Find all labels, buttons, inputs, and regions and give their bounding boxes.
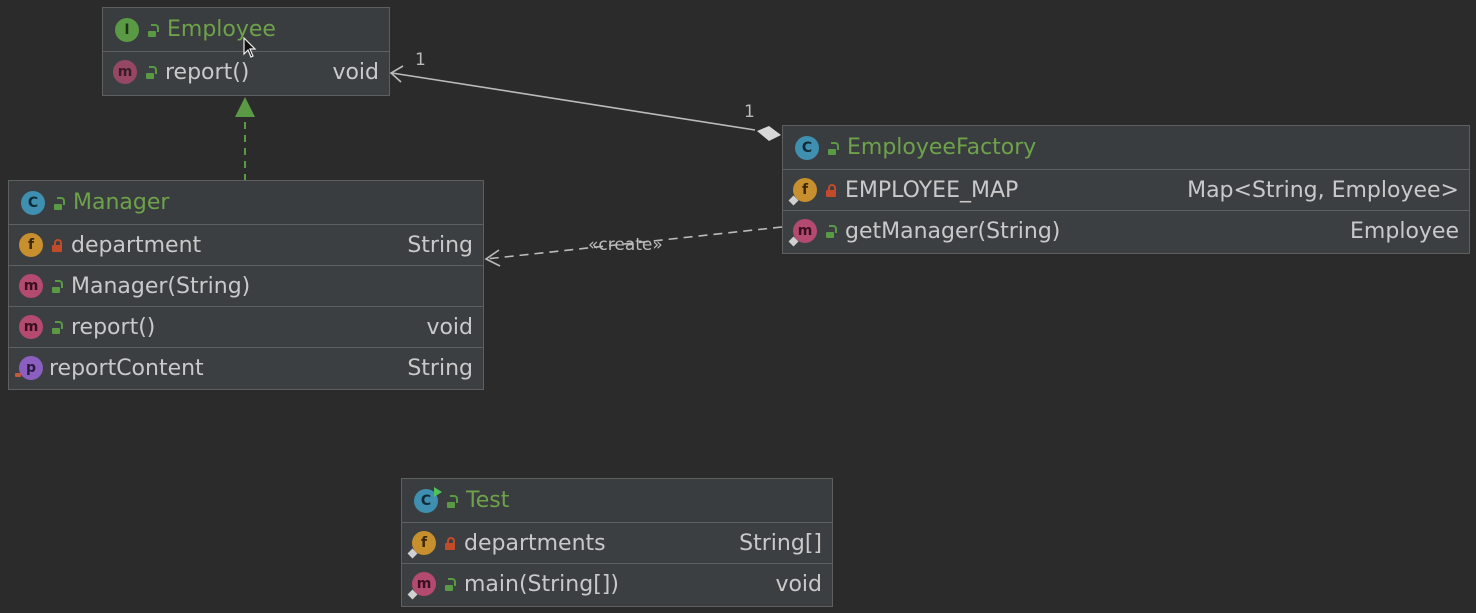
method-return-type: void [332, 59, 379, 85]
constructor-row[interactable]: m Manager(String) [9, 266, 483, 307]
private-visibility-icon [444, 536, 456, 550]
property-label: reportContent [49, 355, 204, 381]
aggregation-edge-line [391, 72, 756, 131]
class-test[interactable]: C Test f departments String[] m main(Str… [401, 478, 833, 607]
class-name: Employee [167, 17, 276, 42]
create-stereotype-label: «create» [588, 235, 663, 255]
property-row[interactable]: p reportContent String [9, 348, 483, 388]
static-method-icon: m [412, 572, 436, 596]
constructor-label: Manager(String) [71, 273, 251, 299]
aggregation-open-arrowhead [389, 65, 404, 83]
realization-arrowhead [235, 97, 255, 117]
field-row[interactable]: f EMPLOYEE_MAP Map<String, Employee> [783, 170, 1469, 211]
static-field-icon: f [793, 178, 817, 202]
public-visibility-icon [825, 224, 837, 238]
method-return-type: Employee [1350, 218, 1459, 244]
aggregation-multiplicity-factory: 1 [744, 102, 755, 122]
field-row[interactable]: f department String [9, 225, 483, 266]
field-icon: f [19, 233, 43, 257]
field-row[interactable]: f departments String[] [402, 523, 832, 564]
field-label: departments [464, 530, 606, 556]
private-visibility-icon [51, 238, 63, 252]
class-icon: C [21, 190, 45, 215]
interface-icon: I [115, 17, 139, 42]
class-test-header[interactable]: C Test [402, 479, 832, 523]
public-visibility-icon [147, 23, 159, 37]
create-dependency-arrowhead [484, 249, 501, 267]
public-visibility-icon [446, 494, 458, 508]
private-visibility-icon [825, 183, 837, 197]
class-manager-header[interactable]: C Manager [9, 181, 483, 225]
method-icon: m [19, 315, 43, 339]
class-icon: C [795, 135, 819, 160]
aggregation-diamond [757, 126, 781, 141]
field-label: department [71, 232, 202, 258]
class-employee-factory-header[interactable]: C EmployeeFactory [783, 126, 1469, 170]
public-visibility-icon [145, 65, 157, 79]
method-label: report() [71, 314, 156, 340]
field-type: String [407, 232, 473, 258]
field-label: EMPLOYEE_MAP [845, 177, 1019, 203]
static-field-icon: f [412, 531, 436, 555]
method-row[interactable]: m report() void [9, 307, 483, 348]
public-visibility-icon [51, 320, 63, 334]
method-label: report() [165, 59, 250, 85]
uml-diagram-canvas[interactable]: 1 1 «create» I Employee m report() void … [0, 0, 1476, 613]
property-icon: p [15, 356, 43, 380]
class-employee-factory[interactable]: C EmployeeFactory f EMPLOYEE_MAP Map<Str… [782, 125, 1470, 254]
class-name: Manager [73, 190, 170, 215]
method-label: getManager(String) [845, 218, 1061, 244]
method-row[interactable]: m getManager(String) Employee [783, 211, 1469, 251]
mouse-cursor-icon [243, 37, 257, 58]
field-type: String[] [739, 530, 822, 556]
method-icon: m [19, 274, 43, 298]
runnable-class-icon: C [414, 486, 442, 513]
public-visibility-icon [827, 141, 839, 155]
method-return-type: void [775, 571, 822, 597]
class-name: Test [466, 488, 510, 513]
public-visibility-icon [444, 577, 456, 591]
public-visibility-icon [51, 279, 63, 293]
method-icon: m [113, 60, 137, 84]
create-dependency-line [485, 226, 783, 260]
method-label: main(String[]) [464, 571, 619, 597]
public-visibility-icon [53, 196, 65, 210]
class-manager[interactable]: C Manager f department String m Manager(… [8, 180, 484, 390]
class-name: EmployeeFactory [847, 135, 1037, 160]
property-type: String [407, 355, 473, 381]
method-row[interactable]: m main(String[]) void [402, 564, 832, 604]
aggregation-multiplicity-employee: 1 [415, 50, 426, 70]
method-return-type: void [426, 314, 473, 340]
field-type: Map<String, Employee> [1187, 177, 1459, 203]
static-method-icon: m [793, 219, 817, 243]
